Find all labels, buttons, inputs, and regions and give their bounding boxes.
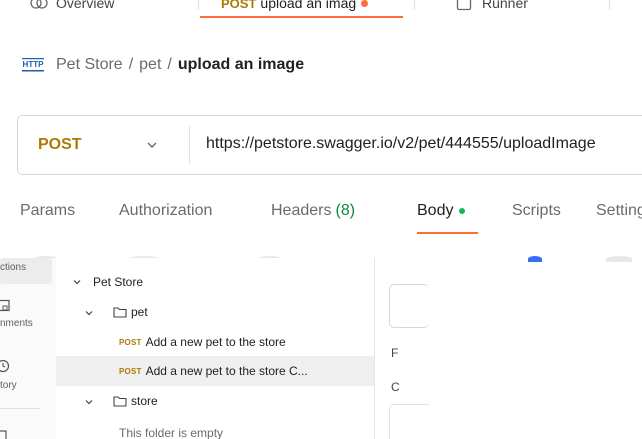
environments-icon <box>0 299 10 312</box>
method-value: POST <box>38 136 82 153</box>
folder-icon <box>113 396 127 407</box>
active-request-tab-indicator <box>417 232 478 234</box>
active-tab-indicator <box>200 16 403 18</box>
method-badge: POST <box>119 366 142 376</box>
tab-scripts[interactable]: Scripts <box>512 202 561 220</box>
url-input[interactable]: https://petstore.swagger.io/v2/pet/44455… <box>206 135 596 153</box>
breadcrumb-collection[interactable]: Pet Store <box>56 56 123 74</box>
tree-folder-store[interactable]: store <box>56 386 374 416</box>
body-option-label: F <box>391 346 399 360</box>
tree-request-label: Add a new pet to the store <box>145 335 286 349</box>
tab-divider <box>198 0 199 10</box>
breadcrumb-request-name[interactable]: upload an image <box>178 56 304 74</box>
tree-folder-label: store <box>131 394 158 408</box>
body-mode-box[interactable] <box>389 284 429 328</box>
breadcrumb: HTTP Pet Store / pet / upload an image <box>22 52 304 78</box>
tab-upload-image-label: upload an imag <box>260 0 357 11</box>
chevron-down-icon <box>147 142 157 148</box>
runner-icon <box>456 0 472 11</box>
body-indicator-dot <box>459 208 466 214</box>
tab-method-badge: POST <box>221 0 257 11</box>
sidebar-item-environments[interactable]: nments <box>0 296 52 340</box>
collection-tree: Pet Store pet POST Add a new pet to the … <box>56 258 374 439</box>
http-icon: HTTP <box>22 56 44 74</box>
rail-divider <box>0 408 40 409</box>
tab-authorization-label: Authorization <box>119 202 213 219</box>
tree-collection-label: Pet Store <box>93 275 144 289</box>
sidebar-rail: ctions nments tory <box>0 258 56 439</box>
panel-divider[interactable] <box>374 258 375 439</box>
tab-settings-label: Settings <box>596 202 642 219</box>
body-option-label: C <box>391 380 400 394</box>
tab-params-label: Params <box>20 202 76 219</box>
tree-collection-pet-store[interactable]: Pet Store <box>56 267 374 297</box>
tab-overview[interactable]: Overview <box>30 0 114 18</box>
breadcrumb-separator: / <box>167 56 172 73</box>
chevron-down-icon <box>73 280 81 285</box>
empty-folder-text: This folder is empty <box>119 426 224 439</box>
tree-empty-message: This folder is empty <box>56 418 374 439</box>
tab-divider <box>609 0 610 10</box>
tab-settings[interactable]: Settings <box>596 202 642 220</box>
tree-request-add-pet-copy[interactable]: POST Add a new pet to the store C... <box>56 356 374 386</box>
sidebar-item-collections[interactable]: ctions <box>0 258 52 284</box>
tab-headers-label: Headers <box>271 202 332 219</box>
tree-folder-pet[interactable]: pet <box>56 297 374 327</box>
tab-body[interactable]: Body <box>417 202 466 220</box>
method-badge: POST <box>119 337 142 347</box>
url-bar: POST https://petstore.swagger.io/v2/pet/… <box>17 115 642 175</box>
chevron-down-icon <box>85 400 93 405</box>
sidebar-item-more[interactable] <box>0 424 52 439</box>
tab-runner-label: Runner <box>482 0 528 11</box>
overlay-shape <box>528 256 542 262</box>
tab-overview-label: Overview <box>56 0 115 11</box>
breadcrumb-folder[interactable]: pet <box>139 56 161 74</box>
method-select[interactable]: POST <box>18 116 189 174</box>
more-icon <box>0 430 7 439</box>
sidebar-item-label: ctions <box>0 262 27 273</box>
breadcrumb-separator: / <box>128 56 134 73</box>
tab-scripts-label: Scripts <box>512 202 561 219</box>
tree-folder-label: pet <box>131 305 148 319</box>
sidebar-item-label: nments <box>0 318 33 329</box>
chevron-down-icon <box>85 311 93 316</box>
svg-text:HTTP: HTTP <box>23 60 44 69</box>
tab-params[interactable]: Params <box>20 202 75 220</box>
tab-authorization[interactable]: Authorization <box>119 202 212 220</box>
tab-runner[interactable]: Runner <box>456 0 528 18</box>
history-icon <box>0 359 10 373</box>
overlay-shape <box>606 256 632 262</box>
tree-request-add-pet[interactable]: POST Add a new pet to the store <box>56 327 374 357</box>
tab-headers[interactable]: Headers (8) <box>271 202 355 220</box>
sidebar-item-history[interactable]: tory <box>0 356 52 400</box>
tab-body-label: Body <box>417 202 454 219</box>
tree-request-label: Add a new pet to the store C... <box>145 364 308 378</box>
overview-icon <box>30 0 48 9</box>
sidebar-item-label: tory <box>0 380 17 391</box>
body-editor-box[interactable] <box>389 404 429 439</box>
folder-icon <box>113 307 127 318</box>
url-divider <box>189 126 190 164</box>
request-tabs: Params Authorization Headers (8) Body Sc… <box>0 198 642 238</box>
tab-divider <box>414 0 415 10</box>
headers-count: (8) <box>335 202 356 219</box>
unsaved-dot-icon <box>361 0 369 7</box>
top-tab-strip: Overview POST upload an imag Runner <box>0 0 642 18</box>
